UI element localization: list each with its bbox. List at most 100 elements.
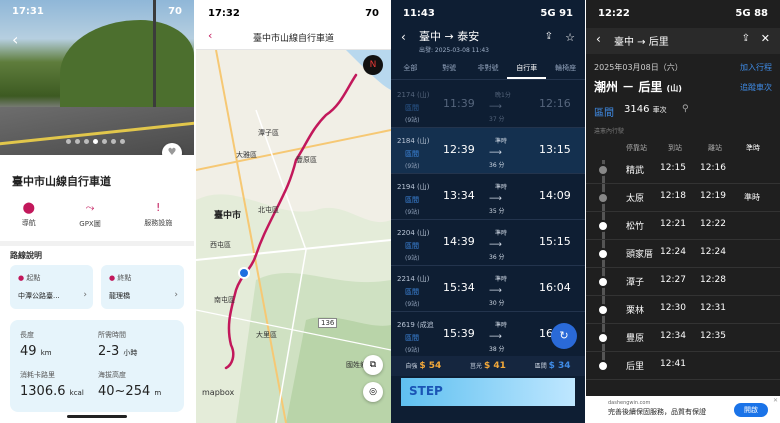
stop-dot-icon: [597, 360, 609, 372]
route-photo: [0, 0, 194, 155]
back-arrow-icon[interactable]: ‹: [596, 32, 601, 46]
start-point-card[interactable]: ● 起點 中潭公路臺... ›: [10, 265, 93, 309]
bottom-ad[interactable]: dashengwin.com 完善後續保固服務，品質有保證 開啟 ✕: [586, 396, 780, 423]
back-arrow-icon[interactable]: ‹: [401, 30, 406, 44]
stat-length: 長度 49 km: [20, 331, 52, 359]
star-icon[interactable]: ☆: [565, 31, 575, 44]
status-bar: 12:22 5G 88: [598, 8, 768, 19]
departure-time: 15:34: [443, 281, 475, 294]
arrival-time: 14:09: [539, 189, 571, 202]
train-number: 2214 (山): [397, 275, 430, 283]
tab-bicycle[interactable]: 自行車: [507, 58, 547, 79]
departure-time: 12:31: [700, 303, 726, 313]
train-type: 區間: [405, 288, 419, 296]
stop-row[interactable]: 松竹 12:21 12:22: [586, 212, 780, 240]
ad-open-button[interactable]: 開啟: [734, 403, 768, 417]
add-trip-link[interactable]: 加入行程: [740, 62, 772, 73]
facilities-button[interactable]: ! 服務設施: [144, 201, 172, 229]
train-number: 3146 車次: [624, 104, 667, 115]
train-number: 2204 (山): [397, 229, 430, 237]
stop-count: (9站): [405, 347, 420, 354]
stop-row[interactable]: 后里 12:41: [586, 352, 780, 380]
locate-icon[interactable]: ◎: [363, 382, 383, 402]
battery-level: 91: [559, 8, 573, 19]
stop-name: 后里: [626, 362, 645, 372]
navigate-button[interactable]: ⬤ 導航: [22, 201, 36, 229]
train-row[interactable]: 2204 (山) 區間 (9站) 14:39 準時 ⟶ 36 分 15:15: [391, 220, 585, 266]
duration: 36 分: [489, 162, 505, 169]
arrival-time: 12:27: [660, 275, 686, 285]
refresh-icon[interactable]: ↻: [551, 323, 577, 349]
stop-name: 栗林: [626, 306, 645, 316]
chevron-right-icon: ›: [174, 290, 178, 300]
stop-dot-icon: [597, 304, 609, 316]
close-icon[interactable]: ✕: [761, 32, 770, 45]
stop-dot-icon: [597, 164, 609, 176]
stop-name: 豐原: [626, 334, 645, 344]
stop-count: (9站): [405, 209, 420, 216]
arrow-right-icon: ⟶: [489, 286, 502, 296]
gpx-map-button[interactable]: ⤳ GPX圖: [79, 201, 100, 229]
stop-row[interactable]: 栗林 12:30 12:31: [586, 296, 780, 324]
stop-row[interactable]: 潭子 12:27 12:28: [586, 268, 780, 296]
stop-row[interactable]: 豐原 12:34 12:35: [586, 324, 780, 352]
route-map-screen: 17:32 70 ‹ 臺中市山線自行車道 N 臺中市 潭子區 大雅區 豐原區 北…: [196, 0, 391, 423]
duration: 37 分: [489, 116, 505, 123]
info-icon: !: [156, 201, 161, 214]
stop-row[interactable]: 太原 12:18 12:19 準時: [586, 184, 780, 212]
stat-calories: 消耗卡路里 1306.6 kcal: [20, 371, 84, 399]
route-stats: 長度 49 km 所需時間 2-3 小時 消耗卡路里 1306.6 kcal 海…: [10, 320, 184, 412]
track-train-link[interactable]: 追蹤車次: [740, 82, 772, 93]
banner-ad[interactable]: STEP: [401, 378, 575, 406]
tab-reserved[interactable]: 對號: [430, 58, 469, 79]
route-title: 臺中市山線自行車道: [12, 175, 111, 188]
close-icon[interactable]: ✕: [773, 397, 778, 404]
tab-wheelchair[interactable]: 輪椅座: [546, 58, 585, 79]
stop-dot-icon: [597, 276, 609, 288]
share-icon[interactable]: ⇪: [742, 33, 750, 44]
punctuality-status: 晚1分: [495, 92, 511, 99]
stop-row[interactable]: 精武 12:15 12:16: [586, 156, 780, 184]
status-time: 17:32: [208, 8, 240, 19]
train-row[interactable]: 2184 (山) 區間 (9站) 12:39 準時 ⟶ 36 分 13:15: [391, 128, 585, 174]
route-icon: ⤳: [85, 201, 95, 214]
punctuality-status: 準時: [495, 276, 508, 283]
end-point-card[interactable]: ● 終點 龍理橋 ›: [101, 265, 184, 309]
departure-time: 12:35: [700, 331, 726, 341]
stop-name: 頭家厝: [626, 250, 654, 260]
compass-icon[interactable]: N: [363, 55, 383, 75]
battery-level: 70: [168, 6, 182, 17]
stop-count: (9站): [405, 117, 420, 124]
current-location-dot: [238, 267, 250, 279]
stop-row[interactable]: 頭家厝 12:24 12:24: [586, 240, 780, 268]
duration: 35 分: [489, 208, 505, 215]
status-time: 11:43: [403, 8, 435, 19]
tab-all[interactable]: 全部: [391, 58, 430, 79]
status-bar: 11:43 5G 91: [403, 8, 573, 19]
screenshot-collage: 17:31 70 ‹ ♥ 臺中市山線自行車道 ⬤ 導航 ⤳ GPX圖 ! 服務設…: [0, 0, 780, 423]
arrow-right-icon: ⟶: [489, 240, 502, 250]
fare-bar: 自強 $ 54 莒光 $ 41 區間 $ 34: [391, 356, 585, 376]
home-indicator: [67, 415, 127, 418]
departure-time: 12:39: [443, 143, 475, 156]
tab-unreserved[interactable]: 非對號: [469, 58, 508, 79]
stop-table-header: 停靠站 到站 離站 準時: [626, 144, 760, 152]
train-row[interactable]: 2174 (山) 區間 (9站) 11:39 晚1分 ⟶ 37 分 12:16: [391, 82, 585, 128]
duration: 38 分: [489, 346, 505, 353]
layers-icon[interactable]: ⧉: [363, 355, 383, 375]
arrival-time: 12:24: [660, 247, 686, 257]
map-header: 17:32 70 ‹ 臺中市山線自行車道: [196, 0, 391, 50]
stop-dot-icon: [597, 220, 609, 232]
back-arrow-icon[interactable]: ‹: [12, 30, 18, 49]
nav-route-title: 臺中 → 后里: [614, 37, 669, 48]
stop-dot-icon: [597, 332, 609, 344]
train-note: 違憲內行駛: [594, 128, 625, 135]
share-icon[interactable]: ⇪: [545, 31, 553, 42]
photo-carousel-dots[interactable]: [66, 139, 125, 144]
arrow-right-icon: ⟶: [489, 332, 502, 342]
train-row[interactable]: 2194 (山) 區間 (9站) 13:34 準時 ⟶ 35 分 14:09: [391, 174, 585, 220]
train-detail-screen: 12:22 5G 88 ‹ 臺中 → 后里 ⇪ ✕ 2025年03月08日（六）…: [586, 0, 780, 423]
train-row[interactable]: 2214 (山) 區間 (9站) 15:34 準時 ⟶ 30 分 16:04: [391, 266, 585, 312]
stop-count: (9站): [405, 301, 420, 308]
stop-dot-icon: [597, 248, 609, 260]
